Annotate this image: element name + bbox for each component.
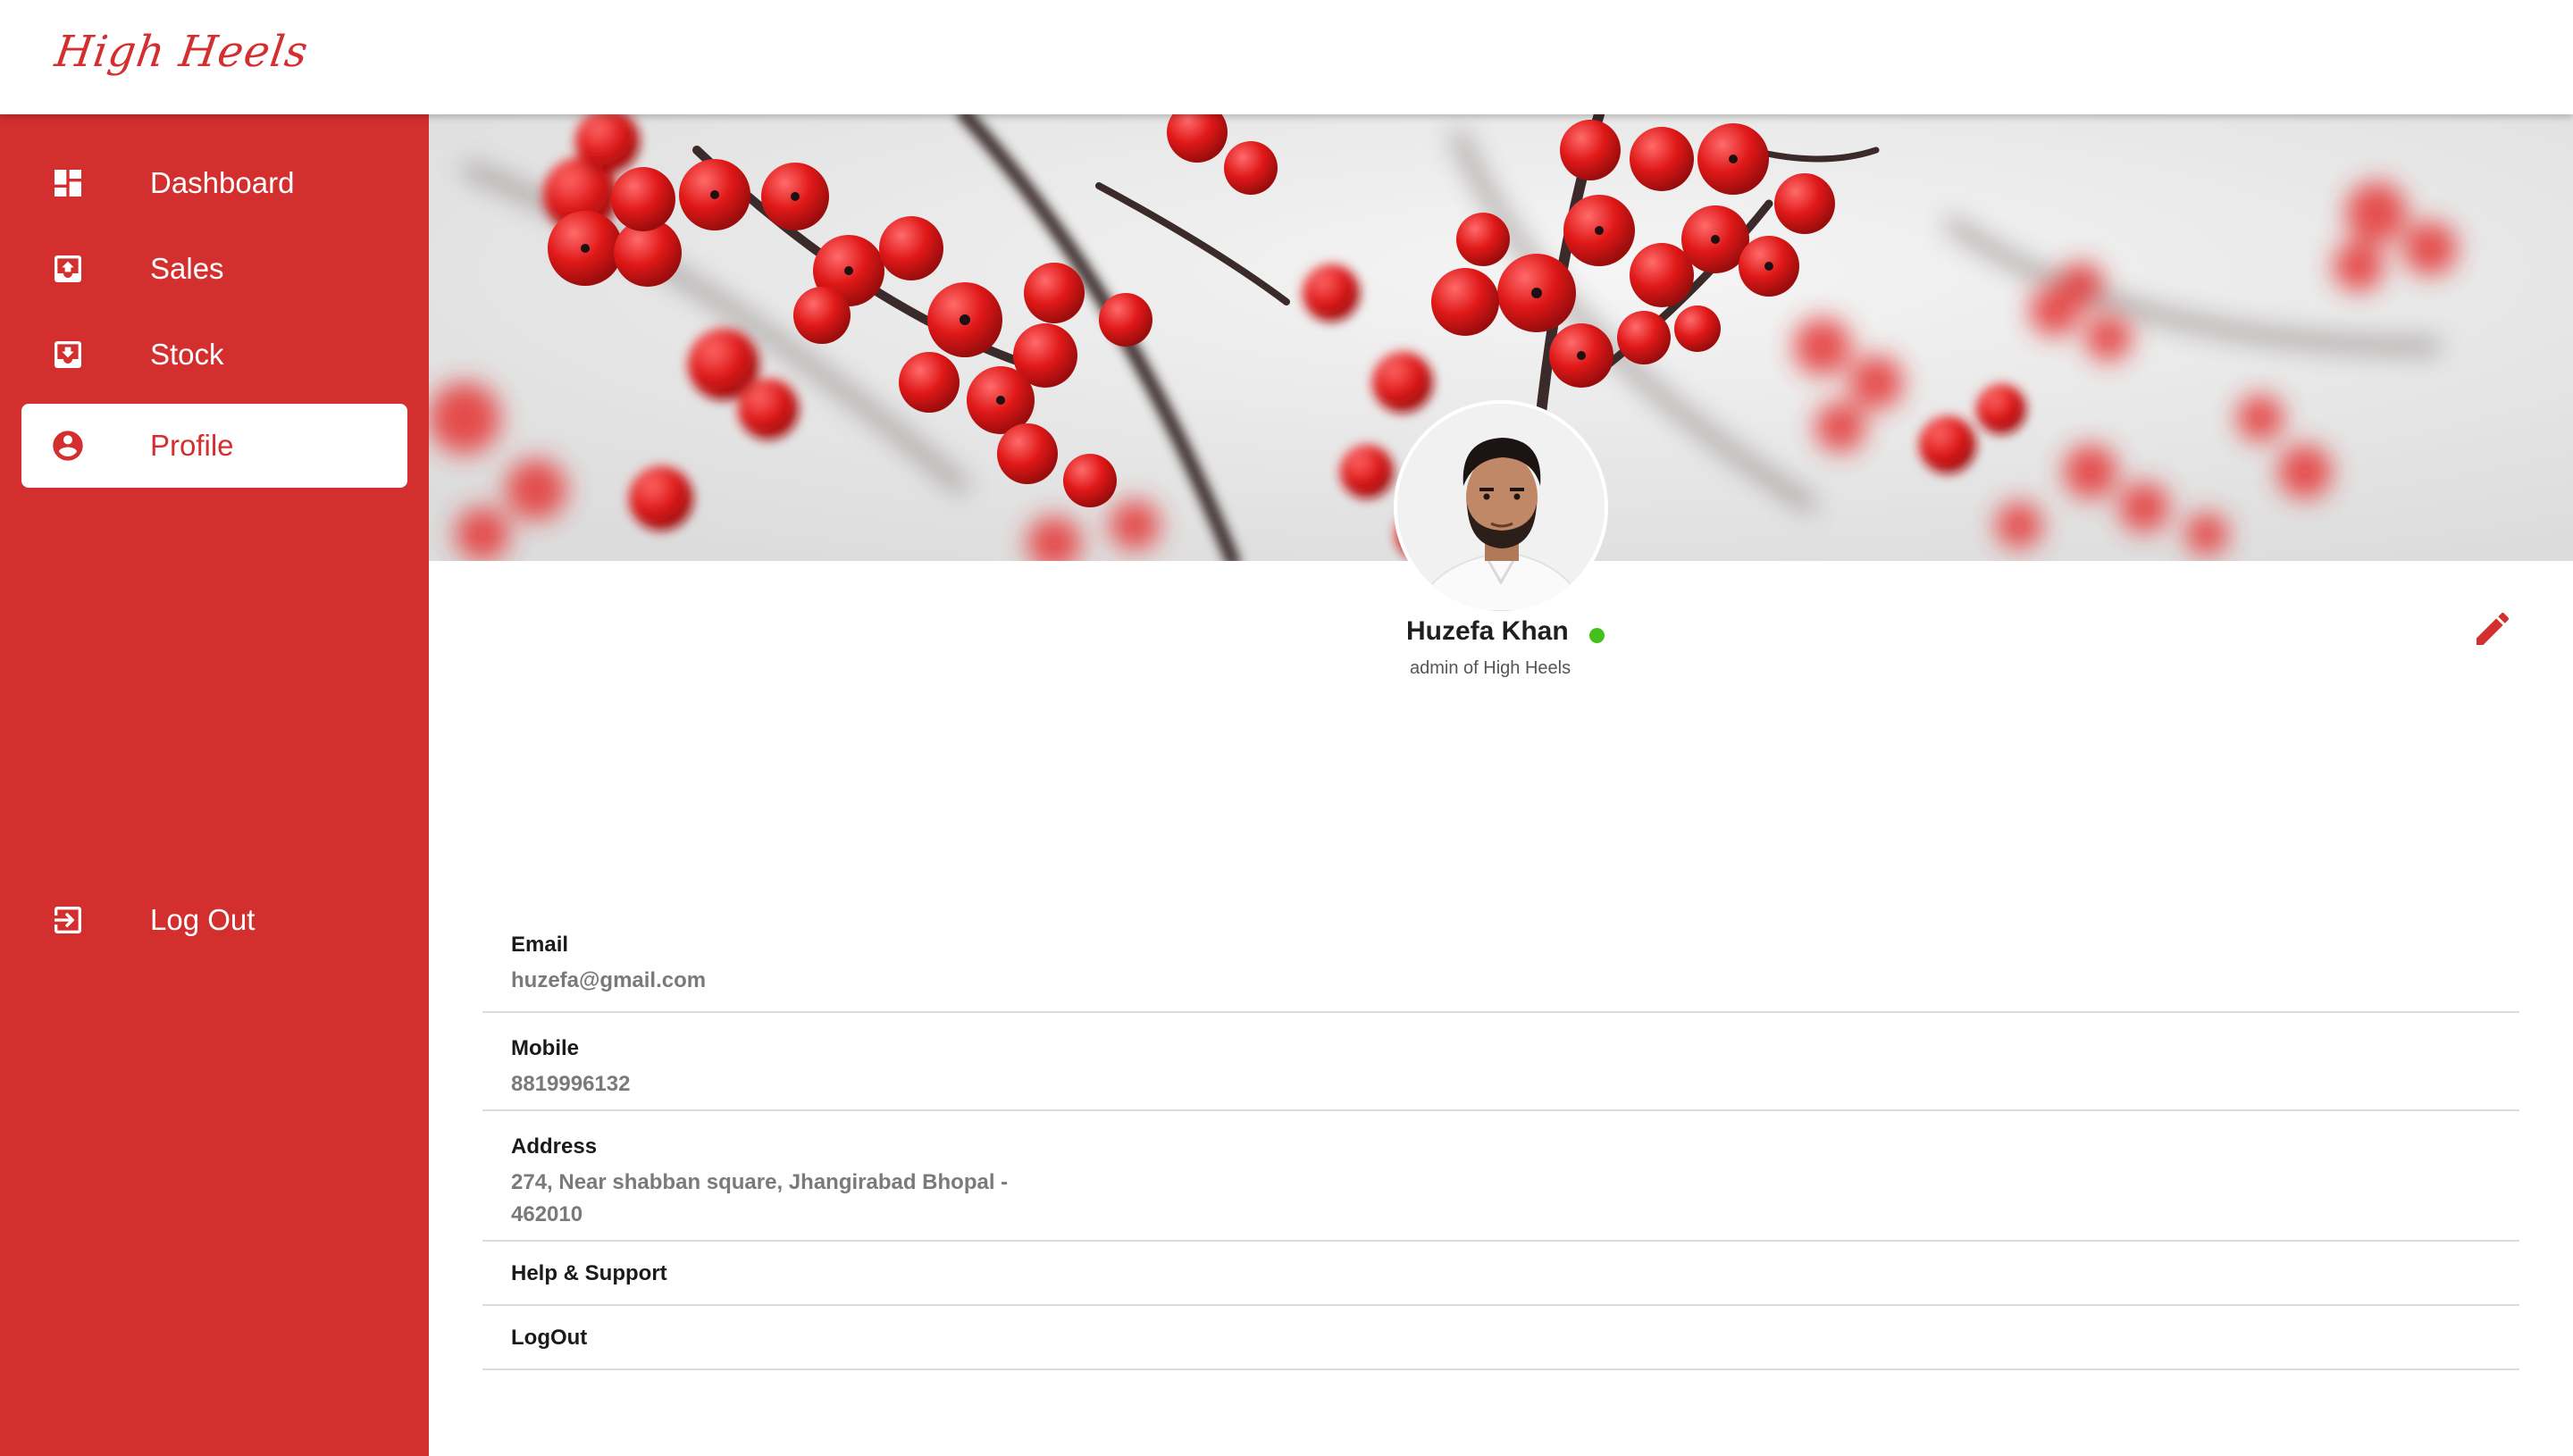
logout-row[interactable]: LogOut xyxy=(482,1306,2519,1370)
sidebar-item-sales[interactable]: Sales xyxy=(21,227,407,311)
email-label: Email xyxy=(511,933,569,957)
sidebar-item-stock[interactable]: Stock xyxy=(21,313,407,397)
address-label: Address xyxy=(511,1134,598,1159)
brand-logo[interactable]: High Heels xyxy=(52,27,312,77)
dashboard-icon xyxy=(54,170,81,197)
mobile-label: Mobile xyxy=(511,1036,579,1060)
profile-name: Huzefa Khan xyxy=(1406,616,1569,646)
logout-label: LogOut xyxy=(511,1326,588,1350)
email-row: Email huzefa@gmail.com xyxy=(482,897,2519,1013)
stock-icon xyxy=(54,341,81,368)
email-value: huzefa@gmail.com xyxy=(511,968,707,992)
profile-photo xyxy=(1397,404,1605,611)
profile-details: Email huzefa@gmail.com Mobile 8819996132… xyxy=(482,897,2519,1370)
online-status-dot xyxy=(1589,628,1605,643)
sidebar-item-profile[interactable]: Profile xyxy=(21,404,407,488)
sidebar-item-label: Log Out xyxy=(150,903,256,936)
profile-page: Huzefa Khan admin of High Heels Email hu… xyxy=(429,114,2573,1456)
avatar[interactable] xyxy=(1394,400,1608,615)
address-row: Address 274, Near shabban square, Jhangi… xyxy=(482,1111,2519,1242)
sales-icon xyxy=(54,255,81,282)
sidebar-item-logout[interactable]: Log Out xyxy=(21,878,407,962)
help-support-row[interactable]: Help & Support xyxy=(482,1242,2519,1306)
account-circle-icon xyxy=(53,431,83,461)
sidebar-item-label: Stock xyxy=(150,338,224,371)
pencil-icon xyxy=(2477,612,2510,645)
sidebar-item-label: Profile xyxy=(150,429,234,462)
profile-role: admin of High Heels xyxy=(1410,658,1571,678)
mobile-value: 8819996132 xyxy=(511,1072,631,1096)
edit-profile-button[interactable] xyxy=(2471,607,2514,650)
logout-icon xyxy=(54,907,81,933)
sidebar-item-dashboard[interactable]: Dashboard xyxy=(21,141,407,225)
address-value: 274, Near shabban square, Jhangirabad Bh… xyxy=(511,1170,1009,1226)
sidebar: Dashboard Sales Stock Profile Log Out xyxy=(0,114,429,1456)
help-support-label: Help & Support xyxy=(511,1261,667,1285)
top-app-bar: High Heels xyxy=(0,0,2573,114)
sidebar-item-label: Dashboard xyxy=(150,166,295,199)
sidebar-item-label: Sales xyxy=(150,252,224,285)
mobile-row: Mobile 8819996132 xyxy=(482,1013,2519,1111)
